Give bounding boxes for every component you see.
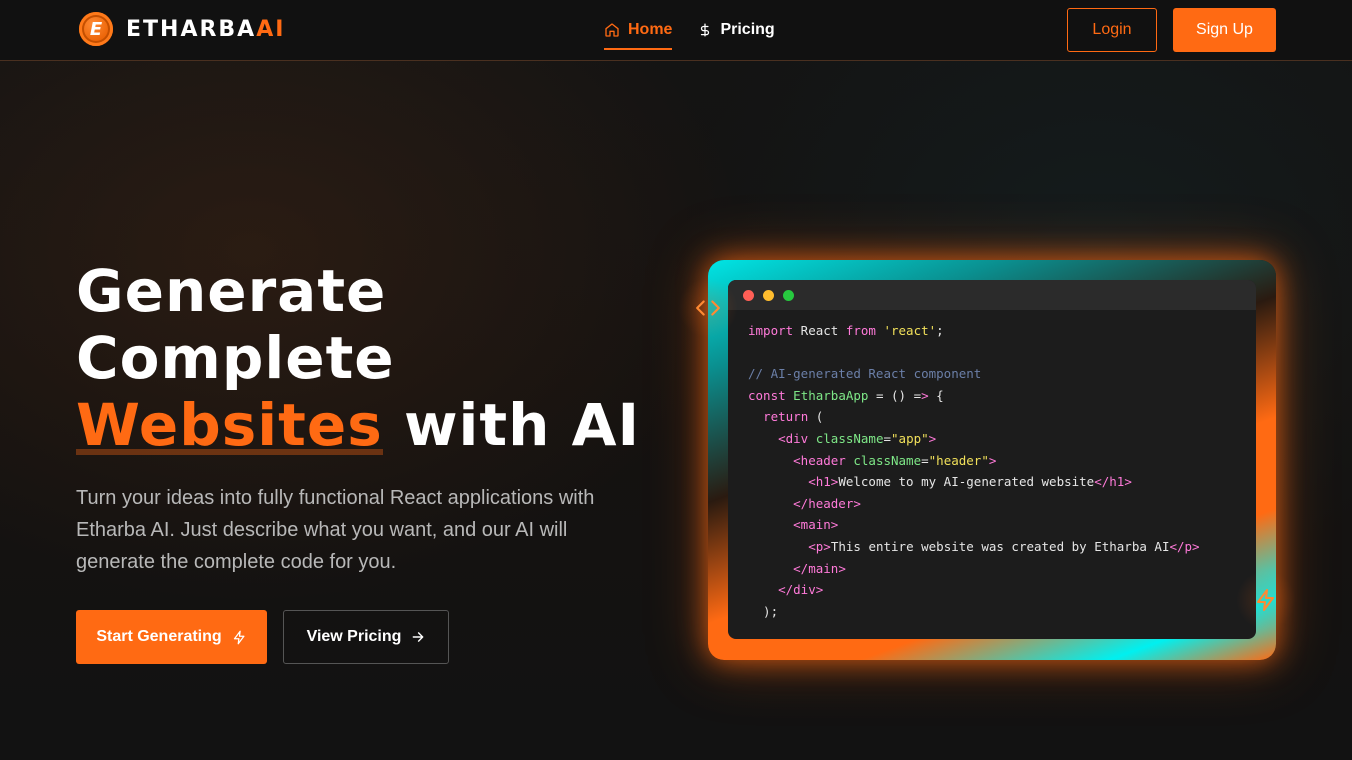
- code-line: return (: [763, 409, 824, 425]
- start-generating-label: Start Generating: [96, 628, 222, 645]
- hero-title-line1: Generate: [76, 257, 387, 325]
- nav-link-label: Pricing: [720, 21, 775, 38]
- login-button[interactable]: Login: [1067, 8, 1157, 52]
- signup-button[interactable]: Sign Up: [1173, 8, 1276, 52]
- code-window-titlebar: [728, 280, 1256, 310]
- code-line: </header>: [793, 495, 861, 511]
- code-line: <main>: [793, 517, 839, 533]
- hero-title-line2: Complete: [76, 324, 395, 392]
- code-brackets-icon: [678, 278, 738, 338]
- code-line: <header className="header">: [793, 452, 997, 468]
- nav-link-pricing[interactable]: Pricing: [698, 0, 775, 60]
- start-generating-button[interactable]: Start Generating: [76, 610, 267, 664]
- arrow-right-icon: [411, 630, 425, 644]
- nav-link-label: Home: [628, 21, 673, 38]
- code-preview-frame: import React from 'react'; // AI-generat…: [708, 260, 1276, 660]
- code-line: );: [748, 603, 779, 619]
- hero-title-tail: with AI: [382, 391, 641, 459]
- bolt-icon: [232, 630, 247, 645]
- code-line: </main>: [793, 560, 846, 576]
- close-dot-icon: [743, 289, 754, 301]
- hero-description: Turn your ideas into fully functional Re…: [76, 487, 595, 573]
- code-line: <h1>Welcome to my AI-generated website</…: [808, 474, 1132, 490]
- brand-name-main: ETHARBA: [126, 16, 257, 42]
- hero-title: Generate Complete Websites with AI: [76, 258, 676, 459]
- code-line: </div>: [778, 582, 824, 598]
- code-line: <p>This entire website was created by Et…: [808, 538, 1200, 554]
- view-pricing-button[interactable]: View Pricing: [283, 610, 449, 664]
- code-window: import React from 'react'; // AI-generat…: [728, 280, 1256, 639]
- logo-coin-icon: E: [79, 12, 113, 46]
- top-navbar: E ETHARBAAI Home Pricing Login Sign Up: [0, 0, 1352, 61]
- nav-links: Home Pricing: [604, 0, 801, 60]
- code-line: <div className="app">: [778, 430, 937, 446]
- code-line: // AI-generated React component: [748, 366, 982, 382]
- minimize-dot-icon: [763, 289, 774, 301]
- brand-name-accent: AI: [256, 16, 286, 42]
- dollar-icon: [698, 21, 712, 39]
- bolt-float-icon: [1236, 570, 1296, 630]
- code-line: const EtharbaApp = () => {: [748, 387, 944, 403]
- home-icon: [604, 22, 620, 38]
- hero-title-highlight: Websites: [76, 391, 383, 459]
- view-pricing-label: View Pricing: [306, 628, 402, 645]
- brand-logo[interactable]: E ETHARBAAI: [79, 11, 285, 47]
- nav-link-home[interactable]: Home: [604, 0, 673, 60]
- code-line: import React from 'react';: [748, 323, 944, 338]
- brand-name: ETHARBAAI: [126, 17, 285, 42]
- code-body: import React from 'react'; // AI-generat…: [728, 310, 1256, 632]
- maximize-dot-icon: [783, 289, 794, 301]
